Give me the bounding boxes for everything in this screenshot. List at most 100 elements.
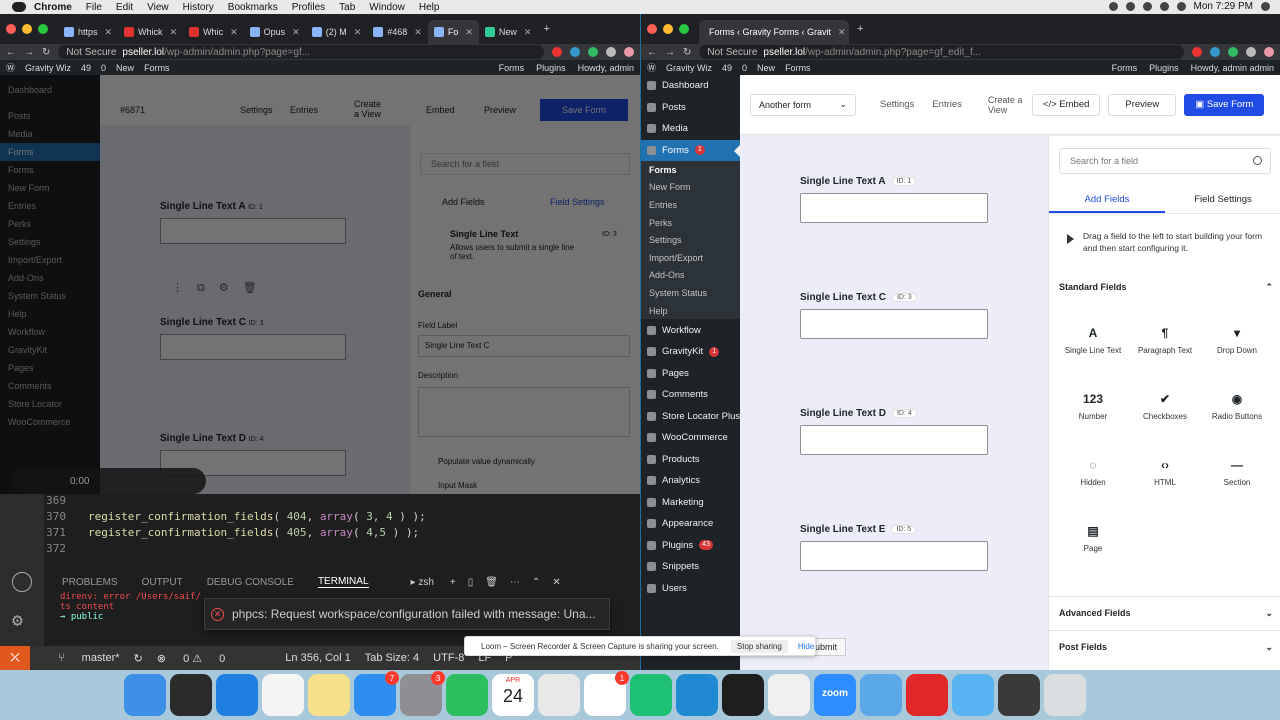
sidebar-subitem[interactable]: Import/Export <box>641 248 740 267</box>
entries-link[interactable]: Entries <box>932 99 962 110</box>
terminal-icon[interactable] <box>722 674 764 716</box>
close-icon[interactable]: ✕ <box>105 27 113 38</box>
menu-edit[interactable]: Edit <box>116 2 133 13</box>
preview-icon[interactable] <box>860 674 902 716</box>
zoom-icon[interactable]: zoom <box>814 674 856 716</box>
wp-bar-forms[interactable]: Forms <box>1112 63 1138 73</box>
sidebar-item-plugins[interactable]: Plugins 43 <box>641 534 740 556</box>
field-button-page[interactable]: ▤ Page <box>1063 516 1123 570</box>
zoom-window-button[interactable] <box>38 24 48 34</box>
address-bar[interactable]: Not Secure pseller.lol/wp-admin/admin.ph… <box>58 45 544 59</box>
field-button-number[interactable]: 123 Number <box>1063 384 1123 438</box>
sidebar-subitem[interactable]: Import/Export <box>0 251 100 269</box>
field-button-paragraph-text[interactable]: ¶ Paragraph Text <box>1135 318 1195 372</box>
tab-debug-console[interactable]: DEBUG CONSOLE <box>207 577 294 588</box>
sidebar-item-workflow[interactable]: Workflow <box>641 319 740 341</box>
sidebar-item-appearance[interactable]: Appearance <box>641 513 740 535</box>
menu-file[interactable]: File <box>86 2 102 13</box>
save-form-button[interactable]: Save Form <box>540 99 628 121</box>
sidebar-subitem[interactable]: Forms <box>0 161 100 179</box>
extension-icon[interactable] <box>588 47 598 57</box>
slack-icon[interactable]: 1 <box>584 671 629 716</box>
more-actions-icon[interactable]: ⋯ <box>510 577 520 588</box>
sidebar-subitem[interactable]: Add-Ons <box>0 269 100 287</box>
embed-button[interactable]: Embed <box>426 105 455 115</box>
reload-icon[interactable]: ↻ <box>42 47 50 58</box>
extension-icon[interactable] <box>1228 47 1238 57</box>
browser-tab[interactable]: https ✕ <box>58 20 118 44</box>
menu-history[interactable]: History <box>183 2 214 13</box>
code-line[interactable]: 369 <box>44 494 88 510</box>
field-search-input[interactable]: Search for a field <box>420 153 630 175</box>
save-form-button[interactable]: ▣ Save Form <box>1184 93 1265 116</box>
menu-help[interactable]: Help <box>419 2 440 13</box>
sidebar-item[interactable]: WooCommerce <box>0 413 100 431</box>
form-field[interactable]: Single Line Text C ID: 3 <box>800 292 988 339</box>
status-icon[interactable] <box>1125 2 1135 11</box>
wp-bar-howdy[interactable]: Howdy, admin <box>578 63 634 73</box>
sidebar-subitem[interactable]: Entries <box>0 197 100 215</box>
status-icon[interactable] <box>1142 2 1152 11</box>
sidebar-item[interactable]: Media <box>0 125 100 143</box>
security-indicator[interactable]: Not Secure <box>66 47 116 58</box>
extension-icon[interactable] <box>552 47 562 57</box>
create-view-link[interactable]: Create a View <box>354 99 384 119</box>
window-stack-icon[interactable] <box>998 674 1040 716</box>
problems-indicator[interactable]: ⊗ 0 ⚠ 0 <box>157 652 226 665</box>
wp-comments-count[interactable]: 0 <box>742 63 747 73</box>
system-preferences-icon[interactable]: 3 <box>400 671 445 716</box>
encoding[interactable]: UTF-8 <box>433 652 464 664</box>
sidebar-item-snippets[interactable]: Snippets <box>641 556 740 578</box>
code-line[interactable]: 372 <box>44 542 88 558</box>
sidebar-item-comments[interactable]: Comments <box>641 384 740 406</box>
terminal-alt-icon[interactable] <box>170 674 212 716</box>
sidebar-subitem[interactable]: System Status <box>641 284 740 302</box>
apple-icon[interactable] <box>12 2 26 12</box>
advanced-fields-header[interactable]: Advanced Fields ⌄ <box>1059 608 1273 619</box>
wp-new-link[interactable]: New <box>757 63 775 73</box>
field-button-section[interactable]: — Section <box>1207 450 1267 504</box>
wordpress-logo-icon[interactable]: Ⓦ <box>6 61 15 74</box>
downloads-folder-icon[interactable] <box>952 674 994 716</box>
field-input[interactable] <box>160 218 346 244</box>
sidebar-item-marketing[interactable]: Marketing <box>641 491 740 513</box>
menu-view[interactable]: View <box>147 2 169 13</box>
close-icon[interactable]: ✕ <box>292 27 300 38</box>
safari-icon[interactable] <box>216 674 258 716</box>
sidebar-item-posts[interactable]: Posts <box>641 97 740 119</box>
tab-output[interactable]: OUTPUT <box>142 577 183 588</box>
brave-b-icon[interactable] <box>906 674 948 716</box>
standard-fields-header[interactable]: Standard Fields ⌃ <box>1059 282 1273 293</box>
sidebar-subitem[interactable]: Perks <box>641 213 740 232</box>
sidebar-item[interactable]: Store Locator <box>0 395 100 413</box>
forward-icon[interactable]: → <box>24 47 34 58</box>
new-terminal-icon[interactable]: + <box>450 577 456 588</box>
form-field[interactable]: Single Line Text A ID: 1 <box>800 176 988 223</box>
create-view-link[interactable]: Create a View <box>988 95 1024 115</box>
menu-window[interactable]: Window <box>369 2 405 13</box>
sidebar-item[interactable]: Pages <box>0 359 100 377</box>
browser-tab-active[interactable]: Fo ✕ <box>427 20 479 44</box>
field-input[interactable] <box>800 425 988 455</box>
form-select[interactable]: #6871 <box>120 105 145 115</box>
close-icon[interactable]: ✕ <box>354 27 362 38</box>
wifi-icon[interactable] <box>1159 2 1169 11</box>
sidebar-subitem[interactable]: Add-Ons <box>641 266 740 285</box>
sidebar-item-woocommerce[interactable]: WooCommerce <box>641 427 740 449</box>
sidebar-subitem[interactable]: Settings <box>0 233 100 251</box>
remote-indicator-icon[interactable]: ⤫ <box>0 646 30 670</box>
profile-avatar[interactable] <box>1264 47 1274 57</box>
terminal-output[interactable]: direnv: error /Users/saif/ ts content → … <box>60 592 201 622</box>
tab-terminal[interactable]: TERMINAL <box>317 576 369 588</box>
close-panel-icon[interactable]: ✕ <box>552 577 560 588</box>
close-window-button[interactable] <box>647 24 657 34</box>
tab-add-fields[interactable]: Add Fields <box>1049 192 1165 213</box>
field-button-checkboxes[interactable]: ✔ Checkboxes <box>1135 384 1195 438</box>
app-store-icon[interactable]: 7 <box>354 671 399 716</box>
close-icon[interactable]: ✕ <box>838 27 846 38</box>
sidebar-item-dashboard[interactable]: Dashboard <box>641 75 740 97</box>
sync-icon[interactable]: ↻ <box>134 652 143 665</box>
wp-updates-count[interactable]: 49 <box>81 63 91 73</box>
sidebar-item-forms[interactable]: Forms <box>0 143 100 161</box>
menu-tab[interactable]: Tab <box>339 2 355 13</box>
